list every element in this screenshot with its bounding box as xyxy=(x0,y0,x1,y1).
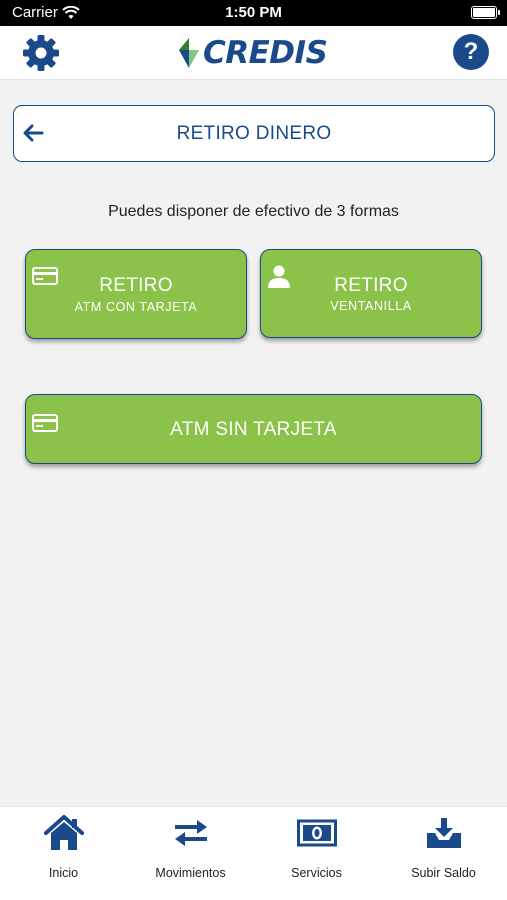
status-bar: Carrier 1:50 PM xyxy=(0,0,507,26)
tab-label: Movimientos xyxy=(155,866,226,880)
screen-title-box: RETIRO DINERO xyxy=(13,105,495,162)
brand-name: CREDIS xyxy=(203,35,328,71)
retiro-ventanilla-button[interactable]: RETIRO VENTANILLA xyxy=(260,249,482,338)
instructions-text: Puedes disponer de efectivo de 3 formas xyxy=(108,203,399,220)
tab-label: Servicios xyxy=(291,866,342,880)
credis-logo-icon xyxy=(179,38,199,68)
tab-inicio[interactable]: Inicio xyxy=(0,807,127,900)
retiro-atm-con-tarjeta-button[interactable]: RETIRO ATM CON TARJETA xyxy=(25,249,247,339)
brand-logo: CREDIS xyxy=(175,32,328,74)
tab-subir-saldo[interactable]: Subir Saldo xyxy=(380,807,507,900)
option-main-label: RETIRO xyxy=(99,275,173,296)
home-icon xyxy=(43,815,84,850)
download-tray-icon xyxy=(426,818,461,848)
battery-icon xyxy=(471,6,500,19)
status-time: 1:50 PM xyxy=(225,4,282,21)
tab-servicios[interactable]: Servicios xyxy=(253,807,380,900)
swap-arrows-icon xyxy=(174,820,207,846)
gear-icon[interactable] xyxy=(21,33,61,73)
app-header: CREDIS ? xyxy=(0,26,507,80)
tab-movimientos[interactable]: Movimientos xyxy=(127,807,254,900)
tab-label: Subir Saldo xyxy=(411,866,476,880)
help-icon[interactable]: ? xyxy=(453,34,489,70)
banknote-icon xyxy=(296,819,337,847)
option-main-label: RETIRO xyxy=(334,275,408,296)
option-sub-label: ATM CON TARJETA xyxy=(74,300,198,314)
option-sub-label: VENTANILLA xyxy=(330,299,412,313)
bottom-tab-bar: Inicio Movimientos Servicios Subir Saldo xyxy=(0,806,507,900)
page-title: RETIRO DINERO xyxy=(176,123,332,144)
option-main-label: ATM SIN TARJETA xyxy=(170,419,337,440)
tab-label: Inicio xyxy=(48,866,79,880)
atm-sin-tarjeta-button[interactable]: ATM SIN TARJETA xyxy=(25,394,482,464)
